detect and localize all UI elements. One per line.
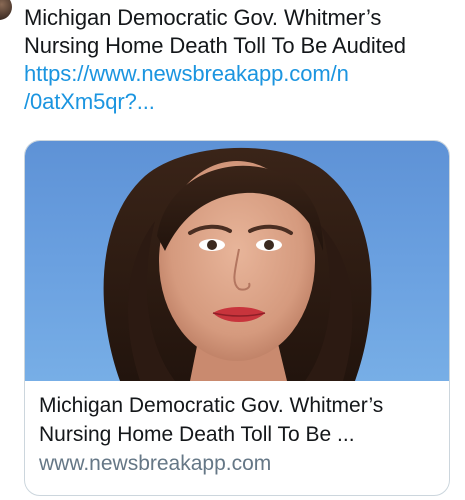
tweet-text-line: Michigan Democratic Gov. Whitmer’s bbox=[24, 5, 382, 30]
card-body: Michigan Democratic Gov. Whitmer’s Nursi… bbox=[25, 381, 449, 478]
card-image[interactable] bbox=[25, 141, 449, 381]
card-domain: www.newsbreakapp.com bbox=[39, 452, 272, 475]
portrait-image bbox=[103, 147, 372, 381]
link-preview-card[interactable]: Michigan Democratic Gov. Whitmer’s Nursi… bbox=[24, 140, 450, 496]
tweet-link-line: /0atXm5qr?... bbox=[24, 89, 155, 114]
tweet-link-line: https://www.newsbreakapp.com/n bbox=[24, 61, 349, 86]
tweet-text: Michigan Democratic Gov. Whitmer’s Nursi… bbox=[24, 4, 454, 116]
avatar[interactable] bbox=[0, 0, 12, 20]
card-title-line: Michigan Democratic Gov. Whitmer’s bbox=[39, 394, 384, 417]
tweet-text-line: Nursing Home Death Toll To Be Audited bbox=[24, 33, 406, 58]
card-title-line: Nursing Home Death Toll To Be ... bbox=[39, 423, 355, 446]
card-title[interactable]: Michigan Democratic Gov. Whitmer’s Nursi… bbox=[39, 391, 435, 449]
tweet-link[interactable]: https://www.newsbreakapp.com/n /0atXm5qr… bbox=[24, 60, 454, 116]
